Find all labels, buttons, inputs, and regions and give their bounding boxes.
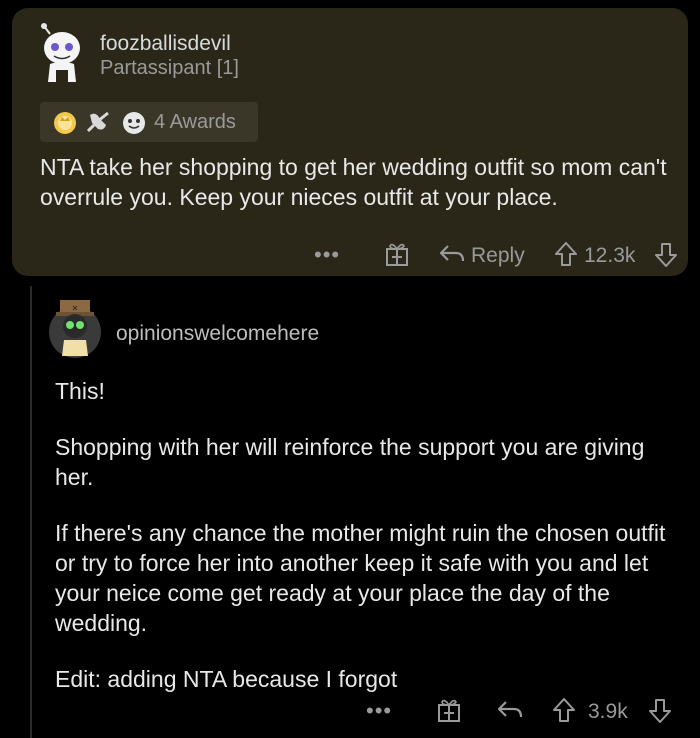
reply-arrow-icon[interactable]: [438, 243, 466, 265]
comment-body: NTA take her shopping to get her wedding…: [40, 154, 667, 210]
highlighted-comment: foozballisdevil Partassipant [1] 4 Award…: [12, 8, 688, 276]
comment-actions: ••• Reply 12.3k: [12, 238, 688, 272]
user-avatar-icon[interactable]: [36, 20, 94, 82]
reply-arrow-icon[interactable]: [496, 699, 524, 721]
downvote-arrow-icon[interactable]: [654, 242, 678, 268]
comment-paragraph: This!: [55, 378, 105, 404]
hands-award-icon: [86, 111, 109, 133]
username[interactable]: opinionswelcomehere: [116, 322, 319, 346]
comment-paragraph: Shopping with her will reinforce the sup…: [55, 434, 645, 490]
face-award-icon: [123, 112, 145, 134]
upvote-arrow-icon[interactable]: [552, 697, 576, 723]
crown-award-icon: [54, 112, 76, 134]
comment-body: This! Shopping with her will reinforce t…: [55, 376, 675, 720]
downvote-arrow-icon[interactable]: [648, 698, 672, 724]
comment-paragraph: Edit: adding NTA because I forgot: [55, 666, 398, 692]
username[interactable]: foozballisdevil: [100, 32, 231, 56]
gift-icon[interactable]: [436, 696, 462, 724]
upvote-arrow-icon[interactable]: [554, 241, 578, 267]
gift-icon[interactable]: [384, 240, 410, 268]
user-flair: Partassipant [1]: [100, 57, 239, 79]
more-options-button[interactable]: •••: [314, 242, 340, 268]
vote-score: 3.9k: [588, 700, 628, 723]
reply-button[interactable]: Reply: [471, 244, 525, 268]
thread-line[interactable]: [30, 286, 32, 738]
comment-actions: ••• 3.9k: [12, 694, 688, 728]
awards-count: 4 Awards: [154, 111, 236, 133]
comment-paragraph: If there's any chance the mother might r…: [55, 520, 666, 636]
awards-bar[interactable]: 4 Awards: [40, 102, 258, 142]
vote-score: 12.3k: [584, 244, 636, 267]
more-options-button[interactable]: •••: [366, 698, 392, 724]
svg-text:✕: ✕: [72, 304, 79, 313]
user-avatar-icon[interactable]: ✕: [48, 296, 102, 360]
